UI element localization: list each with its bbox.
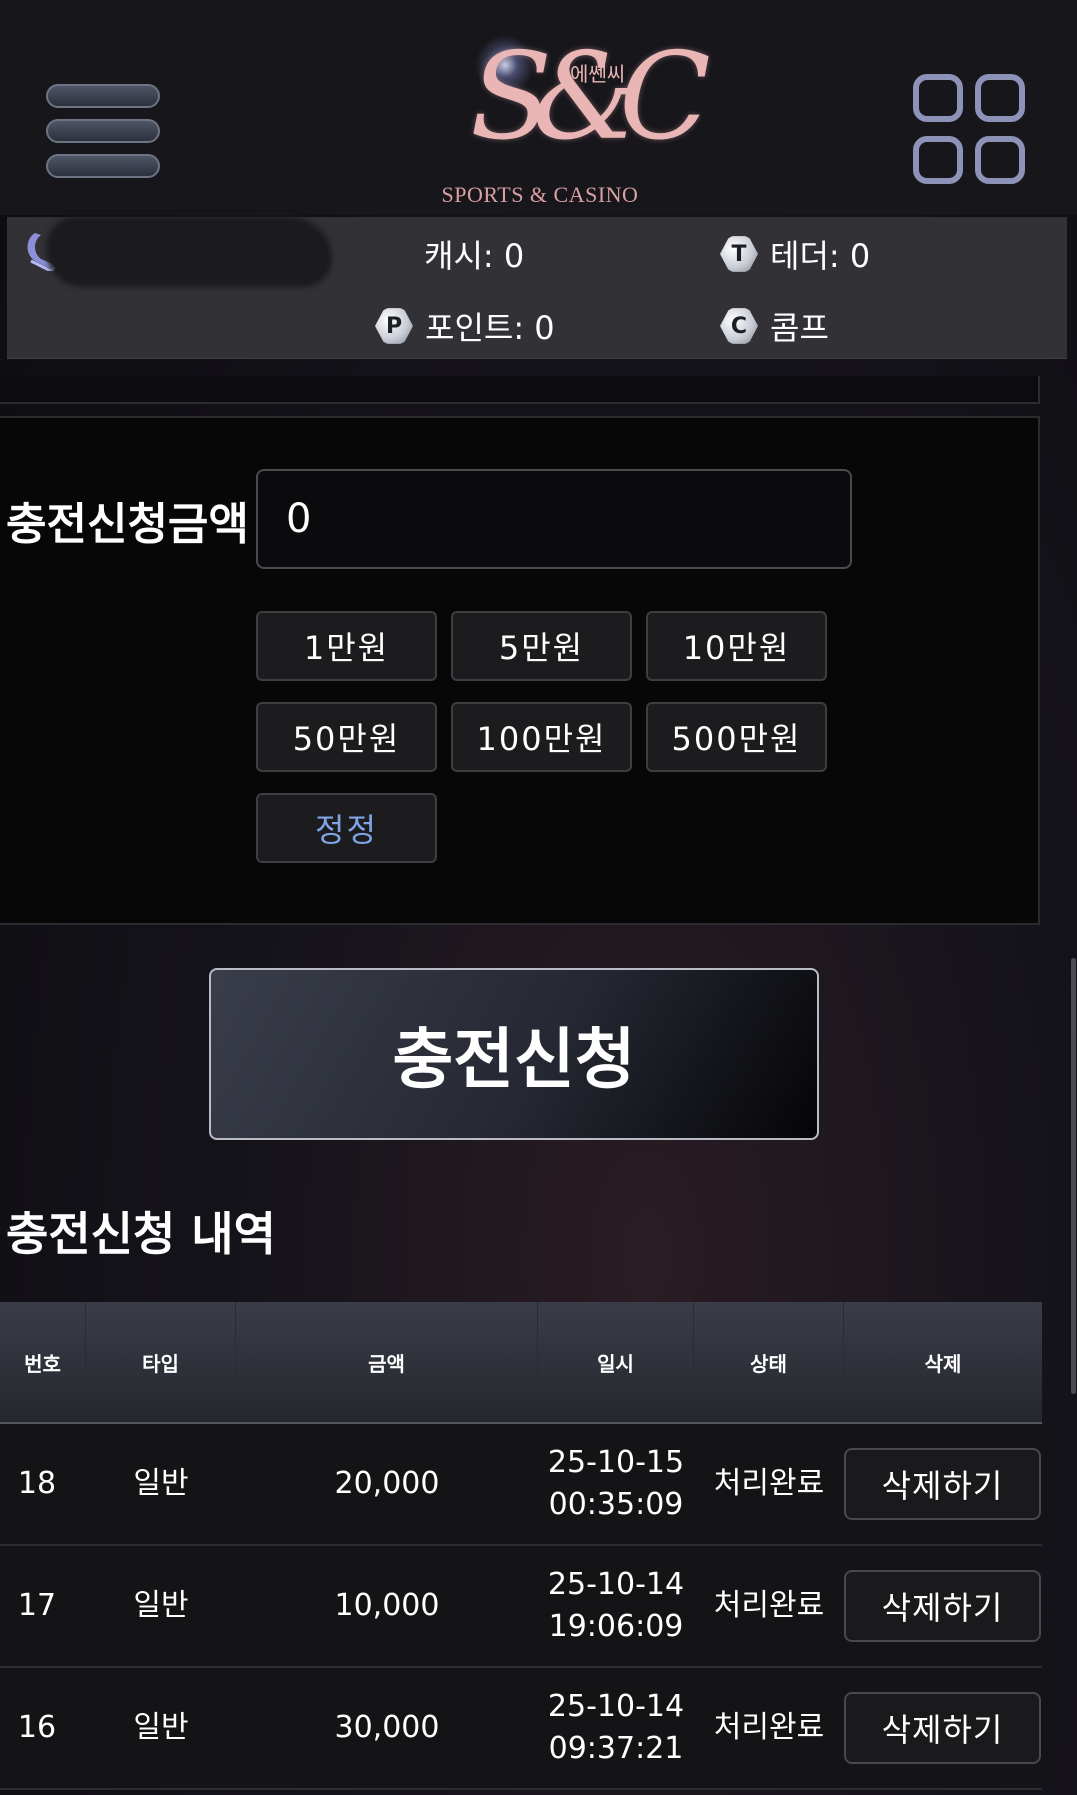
quick-amount-100k-button[interactable]: 10만원 — [646, 611, 827, 681]
panel-divider — [0, 376, 1040, 404]
account-info-bar: 캐시: 0 T 테더: 0 P 포인트: 0 C 콤프 — [7, 217, 1067, 359]
quick-amount-5m-button[interactable]: 500만원 — [646, 702, 827, 772]
point-label: 포인트: 0 — [425, 309, 555, 347]
cell-date: 25-10-14 — [547, 1567, 685, 1602]
cell-time: 09:37:21 — [548, 1731, 684, 1766]
cell-status: 처리완료 — [713, 1710, 825, 1745]
table-row: 16 일반 30,000 25-10-14 09:37:21 처리완료 삭제하기 — [0, 1668, 1042, 1790]
deposit-amount-input[interactable] — [256, 469, 852, 569]
hamburger-menu-icon[interactable] — [46, 84, 160, 178]
quick-amount-500k-button[interactable]: 50만원 — [256, 702, 437, 772]
site-logo[interactable]: S&C 에쎈씨 SPORTS & CASINO — [430, 10, 711, 207]
cell-date: 25-10-15 — [547, 1445, 685, 1480]
deposit-amount-label: 충전신청금액 — [6, 499, 249, 550]
cell-amount: 20,000 — [334, 1466, 440, 1501]
delete-button[interactable]: 삭제하기 — [844, 1692, 1041, 1764]
col-status: 상태 — [694, 1302, 844, 1422]
tether-label: 테더: 0 — [770, 237, 871, 275]
cell-number: 17 — [17, 1588, 57, 1623]
table-row: 18 일반 20,000 25-10-15 00:35:09 처리완료 삭제하기 — [0, 1424, 1042, 1546]
comp-link[interactable]: C 콤프 — [720, 303, 829, 349]
submit-deposit-button[interactable]: 충전신청 — [209, 968, 819, 1140]
tether-balance: T 테더: 0 — [720, 231, 870, 277]
cell-number: 16 — [17, 1710, 57, 1745]
cell-type: 일반 — [133, 1710, 189, 1745]
logo-subtitle: SPORTS & CASINO — [441, 182, 639, 207]
cell-type: 일반 — [133, 1588, 189, 1623]
quick-amount-50k-button[interactable]: 5만원 — [451, 611, 632, 681]
point-balance: P 포인트: 0 — [375, 303, 555, 349]
table-row: 17 일반 10,000 25-10-14 19:06:09 처리완료 삭제하기 — [0, 1546, 1042, 1668]
cash-balance: 캐시: 0 — [424, 231, 524, 277]
quick-amount-1m-button[interactable]: 100만원 — [451, 702, 632, 772]
quick-amount-10k-button[interactable]: 1만원 — [256, 611, 437, 681]
tether-icon: T — [720, 236, 758, 272]
col-datetime: 일시 — [538, 1302, 694, 1422]
cell-amount: 10,000 — [334, 1588, 440, 1623]
col-number: 번호 — [0, 1302, 86, 1422]
username-redacted — [47, 217, 332, 287]
comp-label: 콤프 — [770, 309, 829, 347]
delete-button[interactable]: 삭제하기 — [844, 1448, 1041, 1520]
cell-number: 18 — [17, 1466, 57, 1501]
cell-datetime: 25-10-15 00:35:09 — [538, 1424, 694, 1544]
reset-amount-button[interactable]: 정정 — [256, 793, 437, 863]
col-type: 타입 — [86, 1302, 236, 1422]
history-table-header: 번호 타입 금액 일시 상태 삭제 — [0, 1302, 1042, 1424]
logo-monogram: S&C — [470, 28, 711, 167]
cell-time: 00:35:09 — [548, 1487, 684, 1522]
point-icon: P — [375, 308, 413, 344]
cell-datetime: 25-10-14 19:06:09 — [538, 1546, 694, 1666]
top-header: S&C 에쎈씨 SPORTS & CASINO — [0, 0, 1077, 215]
cell-status: 처리완료 — [713, 1466, 825, 1501]
grid-apps-icon[interactable] — [913, 74, 1028, 188]
cell-date: 25-10-14 — [547, 1689, 685, 1724]
history-title: 충전신청 내역 — [6, 1207, 276, 1261]
cell-status: 처리완료 — [713, 1588, 825, 1623]
cell-type: 일반 — [133, 1466, 189, 1501]
page-scrollbar[interactable] — [1071, 958, 1076, 1394]
col-delete: 삭제 — [924, 1351, 962, 1376]
cash-label: 캐시: 0 — [424, 237, 525, 275]
cell-amount: 30,000 — [334, 1710, 440, 1745]
cell-time: 19:06:09 — [548, 1609, 684, 1644]
logo-korean: 에쎈씨 — [570, 62, 626, 86]
cell-datetime: 25-10-14 09:37:21 — [538, 1668, 694, 1788]
col-amount: 금액 — [236, 1302, 538, 1422]
delete-button[interactable]: 삭제하기 — [844, 1570, 1041, 1642]
comp-icon: C — [720, 308, 758, 344]
